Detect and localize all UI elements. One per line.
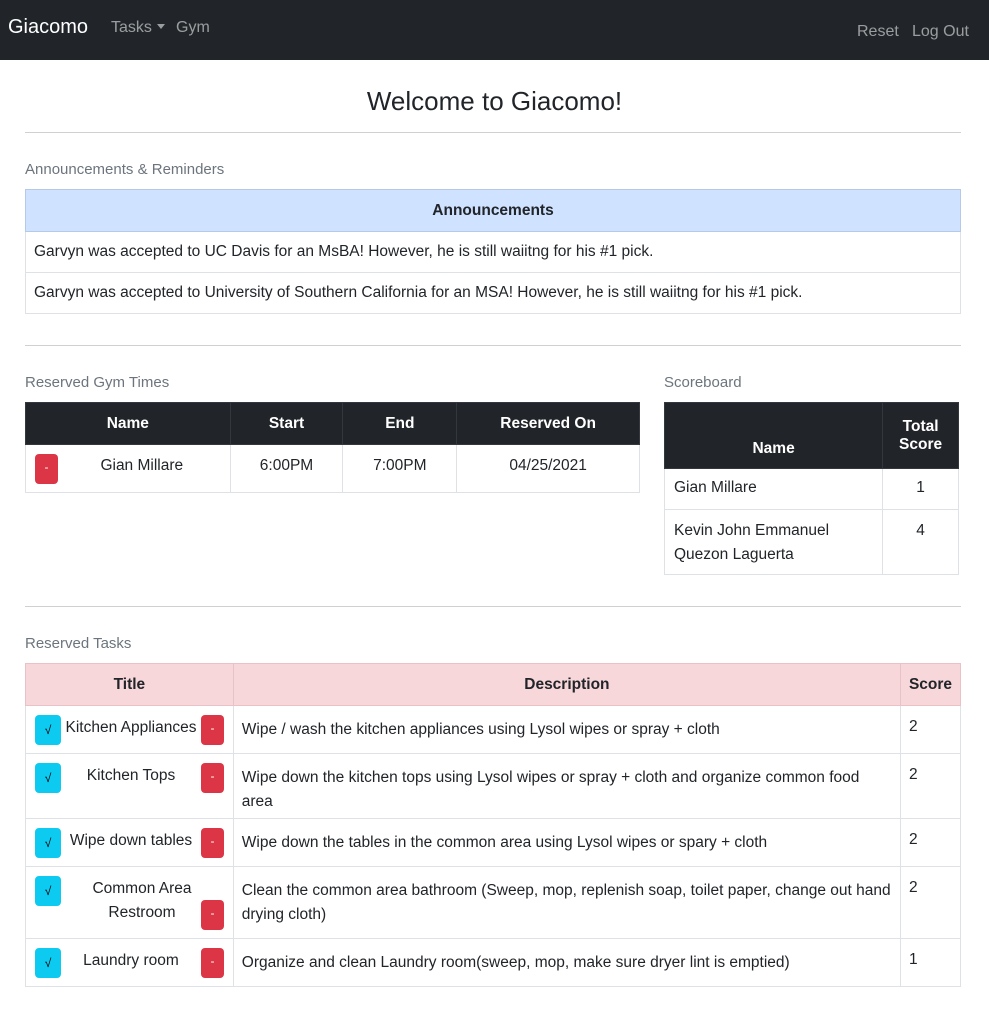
scoreboard-table: Name Total Score Gian Millare 1 Kevin Jo… <box>663 402 959 575</box>
delete-task-button[interactable]: - <box>201 715 224 745</box>
gym-end: 7:00PM <box>342 444 458 493</box>
gym-col-name: Name <box>25 402 231 445</box>
task-description: Wipe down the tables in the common area … <box>232 818 902 867</box>
tasks-table: Title Description Score √ Kitchen Applia… <box>25 663 961 987</box>
scoreboard-name: Gian Millare <box>663 468 884 510</box>
announcements-header: Announcements <box>25 189 961 232</box>
task-row: √ Laundry room - Organize and clean Laun… <box>25 938 961 987</box>
gym-row: - Gian Millare 6:00PM 7:00PM 04/25/2021 <box>25 444 640 493</box>
task-title: Common Area Restroom <box>92 880 192 921</box>
scoreboard-score: 1 <box>882 468 959 510</box>
complete-task-button[interactable]: √ <box>35 948 61 978</box>
complete-task-button[interactable]: √ <box>35 876 61 906</box>
announcements-section-label: Announcements & Reminders <box>25 161 225 178</box>
task-description: Wipe / wash the kitchen appliances using… <box>232 705 902 754</box>
task-row: √ Kitchen Appliances - Wipe / wash the k… <box>25 705 961 754</box>
delete-task-button[interactable]: - <box>201 763 224 793</box>
scoreboard-name: Kevin John Emmanuel Quezon Laguerta <box>663 509 884 575</box>
delete-task-button[interactable]: - <box>201 948 224 978</box>
task-row: √ Common Area Restroom - Clean the commo… <box>25 866 961 939</box>
task-title: Kitchen Tops <box>86 767 176 784</box>
gym-col-start: Start <box>229 402 344 445</box>
tasks-col-description: Description <box>232 663 902 706</box>
gym-section-label: Reserved Gym Times <box>25 374 170 391</box>
gym-table: Name Start End Reserved On - Gian Millar… <box>25 402 640 493</box>
reset-link[interactable]: Reset <box>857 23 899 41</box>
scoreboard-row: Gian Millare 1 <box>663 468 959 510</box>
task-title: Laundry room <box>83 952 179 969</box>
delete-reservation-button[interactable]: - <box>35 454 58 484</box>
tasks-dropdown-label: Tasks <box>111 19 152 36</box>
scoreboard-col-name: Name <box>663 402 884 469</box>
scoreboard-section-label: Scoreboard <box>664 374 742 391</box>
gym-start: 6:00PM <box>229 444 344 493</box>
complete-task-button[interactable]: √ <box>35 828 61 858</box>
divider <box>25 606 961 607</box>
task-score: 2 <box>900 866 961 939</box>
gym-name: Gian Millare <box>100 457 184 474</box>
scoreboard-col-score: Total Score <box>882 402 959 469</box>
logout-link[interactable]: Log Out <box>912 23 969 41</box>
scoreboard-score: 4 <box>882 509 959 575</box>
caret-down-icon <box>156 24 165 29</box>
tasks-dropdown[interactable]: Tasks <box>111 19 165 37</box>
task-row: √ Kitchen Tops - Wipe down the kitchen t… <box>25 753 961 819</box>
gym-name-cell: - Gian Millare <box>25 444 231 493</box>
delete-task-button[interactable]: - <box>201 828 224 858</box>
complete-task-button[interactable]: √ <box>35 763 61 793</box>
task-row: √ Wipe down tables - Wipe down the table… <box>25 818 961 867</box>
gym-reserved-on: 04/25/2021 <box>456 444 640 493</box>
task-score: 1 <box>900 938 961 987</box>
task-score: 2 <box>900 705 961 754</box>
task-score: 2 <box>900 818 961 867</box>
task-title-cell: √ Laundry room - <box>25 938 234 987</box>
task-score: 2 <box>900 753 961 819</box>
announcement-row: Garvyn was accepted to UC Davis for an M… <box>25 231 961 273</box>
delete-task-button[interactable]: - <box>201 900 224 930</box>
task-title-cell: √ Common Area Restroom - <box>25 866 234 939</box>
navbar: Giacomo Tasks Gym Reset Log Out <box>0 0 989 60</box>
announcement-text: Garvyn was accepted to University of Sou… <box>25 272 961 314</box>
announcements-table: Announcements Garvyn was accepted to UC … <box>25 189 961 314</box>
tasks-section-label: Reserved Tasks <box>25 635 132 652</box>
task-description: Wipe down the kitchen tops using Lysol w… <box>232 753 902 819</box>
gym-col-end: End <box>342 402 458 445</box>
complete-task-button[interactable]: √ <box>35 715 61 745</box>
page-title: Welcome to Giacomo! <box>366 86 623 116</box>
task-title: Kitchen Appliances <box>65 719 197 736</box>
divider <box>25 345 961 346</box>
task-title-cell: √ Wipe down tables - <box>25 818 234 867</box>
gym-link[interactable]: Gym <box>176 19 210 37</box>
tasks-col-score: Score <box>900 663 961 706</box>
announcement-row: Garvyn was accepted to University of Sou… <box>25 272 961 314</box>
task-title-cell: √ Kitchen Appliances - <box>25 705 234 754</box>
task-title: Wipe down tables <box>69 832 193 849</box>
gym-col-reserved-on: Reserved On <box>456 402 640 445</box>
announcement-text: Garvyn was accepted to UC Davis for an M… <box>25 231 961 273</box>
divider <box>25 132 961 133</box>
task-description: Clean the common area bathroom (Sweep, m… <box>232 866 902 939</box>
task-title-cell: √ Kitchen Tops - <box>25 753 234 819</box>
scoreboard-row: Kevin John Emmanuel Quezon Laguerta 4 <box>663 509 959 575</box>
tasks-col-title: Title <box>25 663 234 706</box>
brand-link[interactable]: Giacomo <box>8 16 88 39</box>
task-description: Organize and clean Laundry room(sweep, m… <box>232 938 902 987</box>
